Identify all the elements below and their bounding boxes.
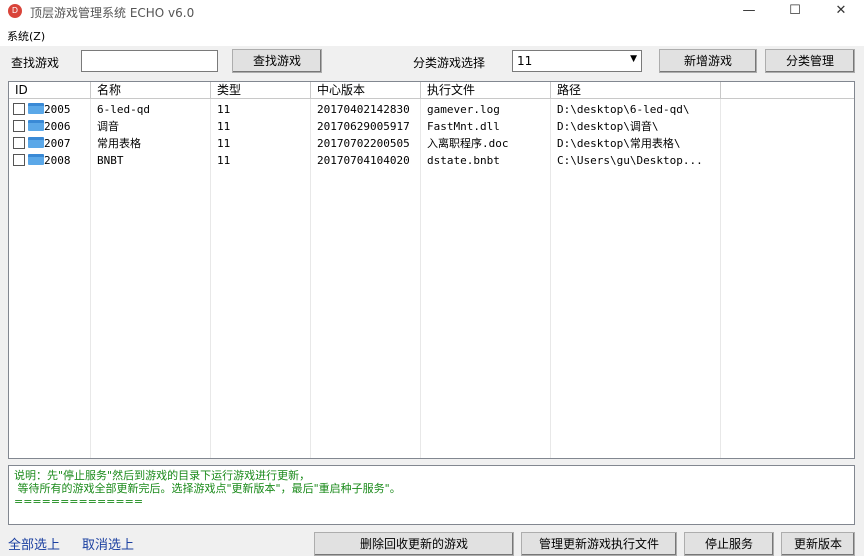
cell-name[interactable]: 调音 — [91, 118, 211, 135]
column-header-id[interactable]: ID — [9, 82, 91, 99]
minimize-button[interactable]: — — [734, 2, 764, 22]
cell-type[interactable]: 11 — [211, 101, 311, 118]
column-header-type[interactable]: 类型 — [211, 82, 311, 99]
row-checkbox[interactable] — [13, 120, 25, 132]
manage-exe-button[interactable]: 管理更新游戏执行文件 — [521, 532, 677, 556]
column-header-name[interactable]: 名称 — [91, 82, 211, 99]
cell-type[interactable]: 11 — [211, 135, 311, 152]
menu-system[interactable]: 系统(Z) — [7, 28, 45, 44]
column-header-version[interactable]: 中心版本 — [311, 82, 421, 99]
cell-exe[interactable]: 入离职程序.doc — [421, 135, 551, 152]
category-select[interactable]: 11 ▼ — [512, 50, 642, 72]
deselect-all-link[interactable]: 取消选上 — [82, 534, 134, 553]
cell-name[interactable]: 常用表格 — [91, 135, 211, 152]
window-title: 顶层游戏管理系统 ECHO v6.0 — [30, 6, 195, 20]
search-input[interactable] — [81, 50, 218, 72]
cell-version[interactable]: 20170702200505 — [311, 135, 421, 152]
update-version-button[interactable]: 更新版本 — [781, 532, 855, 556]
select-all-link[interactable]: 全部选上 — [8, 534, 60, 553]
row-checkbox[interactable] — [13, 154, 25, 166]
cell-id[interactable]: 2007 — [40, 135, 91, 152]
cell-version[interactable]: 20170704104020 — [311, 152, 421, 169]
row-checkbox[interactable] — [13, 103, 25, 115]
menu-bar — [0, 24, 864, 46]
category-value: 11 — [517, 54, 533, 68]
games-table: ID 名称 类型 中心版本 执行文件 路径 2005 6-led-qd 11 2017040214… — [8, 81, 855, 459]
info-line: ============== — [14, 495, 144, 508]
close-button[interactable]: ✕ — [826, 2, 856, 22]
row-checkbox[interactable] — [13, 137, 25, 149]
stop-service-button[interactable]: 停止服务 — [684, 532, 774, 556]
maximize-button[interactable]: ☐ — [780, 2, 810, 22]
column-header-path[interactable]: 路径 — [551, 82, 721, 99]
chevron-down-icon: ▼ — [630, 54, 637, 64]
cell-exe[interactable]: FastMnt.dll — [421, 118, 551, 135]
cell-type[interactable]: 11 — [211, 118, 311, 135]
cell-type[interactable]: 11 — [211, 152, 311, 169]
cell-exe[interactable]: gamever.log — [421, 101, 551, 118]
info-box: 说明：先"停止服务"然后到游戏的目录下运行游戏进行更新， 等待所有的游戏全部更新… — [8, 465, 855, 525]
cell-version[interactable]: 20170402142830 — [311, 101, 421, 118]
category-label: 分类游戏选择 — [413, 56, 486, 70]
cell-id[interactable]: 2006 — [40, 118, 91, 135]
add-game-button[interactable]: 新增游戏 — [659, 49, 757, 73]
cell-name[interactable]: BNBT — [91, 152, 211, 169]
cell-id[interactable]: 2005 — [40, 101, 91, 118]
cell-path[interactable]: C:\Users\gu\Desktop... — [551, 152, 721, 169]
cell-path[interactable]: D:\desktop\调音\ — [551, 118, 721, 135]
cell-id[interactable]: 2008 — [40, 152, 91, 169]
search-button[interactable]: 查找游戏 — [232, 49, 322, 73]
cell-exe[interactable]: dstate.bnbt — [421, 152, 551, 169]
search-label: 查找游戏 — [11, 56, 60, 70]
delete-recycle-button[interactable]: 删除回收更新的游戏 — [314, 532, 514, 556]
column-header-extra[interactable] — [721, 82, 854, 99]
app-logo-icon: D — [8, 4, 22, 18]
cell-version[interactable]: 20170629005917 — [311, 118, 421, 135]
cell-path[interactable]: D:\desktop\常用表格\ — [551, 135, 721, 152]
column-header-exe[interactable]: 执行文件 — [421, 82, 551, 99]
info-line: 等待所有的游戏全部更新完后。选择游戏点"更新版本"，最后"重启种子服务"。 — [14, 482, 401, 495]
category-manage-button[interactable]: 分类管理 — [765, 49, 855, 73]
cell-path[interactable]: D:\desktop\6-led-qd\ — [551, 101, 721, 118]
cell-name[interactable]: 6-led-qd — [91, 101, 211, 118]
info-line: 说明：先"停止服务"然后到游戏的目录下运行游戏进行更新， — [14, 469, 311, 482]
